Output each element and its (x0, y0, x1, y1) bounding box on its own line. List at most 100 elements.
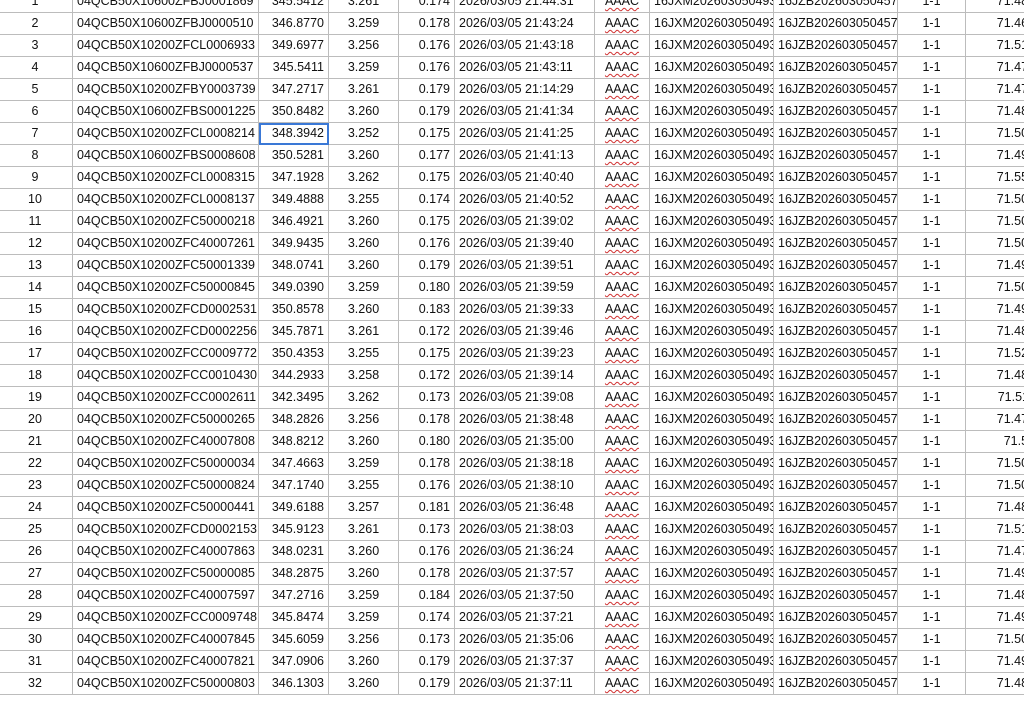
weight-cell[interactable]: 346.8770 (258, 12, 329, 35)
table-row[interactable]: 24 04QCB50X10200ZFC50000441 349.6188 3.257 0… (0, 496, 1024, 519)
lot-number-cell[interactable]: 04QCB50X10200ZFC50000085 (72, 562, 259, 585)
table-row[interactable]: 19 04QCB50X10200ZFCC0002611 342.3495 3.262 0… (0, 386, 1024, 409)
jxm-code-cell[interactable]: 16JXM202603050493 (649, 122, 774, 145)
row-index-cell[interactable]: 31 (0, 650, 73, 673)
jzb-code-cell[interactable]: 16JZB202603050457 (773, 100, 898, 123)
lot-number-cell[interactable]: 04QCB50X10200ZFC50000034 (72, 452, 259, 475)
grade-cell[interactable]: AAAC (594, 452, 650, 475)
position-cell[interactable]: 1-1 (897, 430, 966, 453)
weight-cell[interactable]: 350.4353 (258, 342, 329, 365)
grade-cell[interactable]: AAAC (594, 628, 650, 651)
grade-cell[interactable]: AAAC (594, 56, 650, 79)
jzb-code-cell[interactable]: 16JZB202603050457 (773, 474, 898, 497)
grade-cell[interactable]: AAAC (594, 606, 650, 629)
lot-number-cell[interactable]: 04QCB50X10200ZFC40007261 (72, 232, 259, 255)
result-value-cell[interactable]: 71.507 (965, 188, 1024, 211)
grade-cell[interactable]: AAAC (594, 0, 650, 13)
row-index-cell[interactable]: 2 (0, 12, 73, 35)
timestamp-cell[interactable]: 2026/03/05 21:36:24 (454, 540, 595, 563)
position-cell[interactable]: 1-1 (897, 298, 966, 321)
jxm-code-cell[interactable]: 16JXM202603050493 (649, 430, 774, 453)
position-cell[interactable]: 1-1 (897, 672, 966, 695)
timestamp-cell[interactable]: 2026/03/05 21:39:14 (454, 364, 595, 387)
grade-cell[interactable]: AAAC (594, 166, 650, 189)
weight-cell[interactable]: 346.4921 (258, 210, 329, 233)
position-cell[interactable]: 1-1 (897, 628, 966, 651)
timestamp-cell[interactable]: 2026/03/05 21:35:00 (454, 430, 595, 453)
value-a-cell[interactable]: 3.259 (328, 12, 399, 35)
jzb-code-cell[interactable]: 16JZB202603050457 (773, 0, 898, 13)
lot-number-cell[interactable]: 04QCB50X10200ZFCC0010430 (72, 364, 259, 387)
value-a-cell[interactable]: 3.256 (328, 408, 399, 431)
row-index-cell[interactable]: 30 (0, 628, 73, 651)
value-b-cell[interactable]: 0.176 (398, 34, 455, 57)
value-a-cell[interactable]: 3.259 (328, 56, 399, 79)
row-index-cell[interactable]: 19 (0, 386, 73, 409)
table-row[interactable]: 8 04QCB50X10600ZFBS0008608 350.5281 3.260 0.… (0, 144, 1024, 167)
position-cell[interactable]: 1-1 (897, 386, 966, 409)
grade-cell[interactable]: AAAC (594, 188, 650, 211)
table-row[interactable]: 32 04QCB50X10200ZFC50000803 346.1303 3.260 0… (0, 672, 1024, 695)
lot-number-cell[interactable]: 04QCB50X10200ZFCD0002153 (72, 518, 259, 541)
lot-number-cell[interactable]: 04QCB50X10200ZFC40007845 (72, 628, 259, 651)
jzb-code-cell[interactable]: 16JZB202603050457 (773, 144, 898, 167)
jzb-code-cell[interactable]: 16JZB202603050457 (773, 320, 898, 343)
result-value-cell[interactable]: 71.479 (965, 78, 1024, 101)
lot-number-cell[interactable]: 04QCB50X10600ZFBS0008608 (72, 144, 259, 167)
grade-cell[interactable]: AAAC (594, 298, 650, 321)
result-value-cell[interactable]: 71.469 (965, 12, 1024, 35)
timestamp-cell[interactable]: 2026/03/05 21:38:10 (454, 474, 595, 497)
jxm-code-cell[interactable]: 16JXM202603050493 (649, 298, 774, 321)
lot-number-cell[interactable]: 04QCB50X10200ZFCL0008137 (72, 188, 259, 211)
weight-cell[interactable]: 348.0231 (258, 540, 329, 563)
grade-cell[interactable]: AAAC (594, 430, 650, 453)
lot-number-cell[interactable]: 04QCB50X10200ZFC40007863 (72, 540, 259, 563)
table-row[interactable]: 22 04QCB50X10200ZFC50000034 347.4663 3.259 0… (0, 452, 1024, 475)
weight-cell[interactable]: 349.4888 (258, 188, 329, 211)
table-row[interactable]: 1 04QCB50X10600ZFBJ0001869 345.5412 3.261 0.… (0, 0, 1024, 13)
result-value-cell[interactable]: 71.511 (965, 386, 1024, 409)
value-a-cell[interactable]: 3.260 (328, 100, 399, 123)
jxm-code-cell[interactable]: 16JXM202603050493 (649, 562, 774, 585)
weight-cell[interactable]: 350.8482 (258, 100, 329, 123)
weight-cell[interactable]: 350.8578 (258, 298, 329, 321)
weight-cell[interactable]: 349.6188 (258, 496, 329, 519)
value-b-cell[interactable]: 0.175 (398, 342, 455, 365)
value-b-cell[interactable]: 0.179 (398, 672, 455, 695)
value-b-cell[interactable]: 0.179 (398, 650, 455, 673)
position-cell[interactable]: 1-1 (897, 144, 966, 167)
grade-cell[interactable]: AAAC (594, 144, 650, 167)
grade-cell[interactable]: AAAC (594, 320, 650, 343)
value-a-cell[interactable]: 3.259 (328, 606, 399, 629)
row-index-cell[interactable]: 18 (0, 364, 73, 387)
position-cell[interactable]: 1-1 (897, 342, 966, 365)
value-a-cell[interactable]: 3.259 (328, 584, 399, 607)
grade-cell[interactable]: AAAC (594, 100, 650, 123)
lot-number-cell[interactable]: 04QCB50X10200ZFC50000824 (72, 474, 259, 497)
lot-number-cell[interactable]: 04QCB50X10200ZFC40007808 (72, 430, 259, 453)
position-cell[interactable]: 1-1 (897, 518, 966, 541)
row-index-cell[interactable]: 10 (0, 188, 73, 211)
result-value-cell[interactable]: 71.507 (965, 122, 1024, 145)
lot-number-cell[interactable]: 04QCB50X10200ZFCL0006933 (72, 34, 259, 57)
row-index-cell[interactable]: 8 (0, 144, 73, 167)
weight-cell[interactable]: 347.2717 (258, 78, 329, 101)
value-a-cell[interactable]: 3.256 (328, 34, 399, 57)
jzb-code-cell[interactable]: 16JZB202603050457 (773, 496, 898, 519)
value-b-cell[interactable]: 0.172 (398, 364, 455, 387)
position-cell[interactable]: 1-1 (897, 166, 966, 189)
row-index-cell[interactable]: 25 (0, 518, 73, 541)
weight-cell[interactable]: 342.3495 (258, 386, 329, 409)
lot-number-cell[interactable]: 04QCB50X10200ZFBY0003739 (72, 78, 259, 101)
jxm-code-cell[interactable]: 16JXM202603050493 (649, 78, 774, 101)
result-value-cell[interactable]: 71.487 (965, 320, 1024, 343)
result-value-cell[interactable]: 71.514 (965, 518, 1024, 541)
value-a-cell[interactable]: 3.260 (328, 562, 399, 585)
row-index-cell[interactable]: 7 (0, 122, 73, 145)
timestamp-cell[interactable]: 2026/03/05 21:37:37 (454, 650, 595, 673)
timestamp-cell[interactable]: 2026/03/05 21:39:59 (454, 276, 595, 299)
jzb-code-cell[interactable]: 16JZB202603050457 (773, 408, 898, 431)
timestamp-cell[interactable]: 2026/03/05 21:39:33 (454, 298, 595, 321)
position-cell[interactable]: 1-1 (897, 650, 966, 673)
jxm-code-cell[interactable]: 16JXM202603050493 (649, 254, 774, 277)
